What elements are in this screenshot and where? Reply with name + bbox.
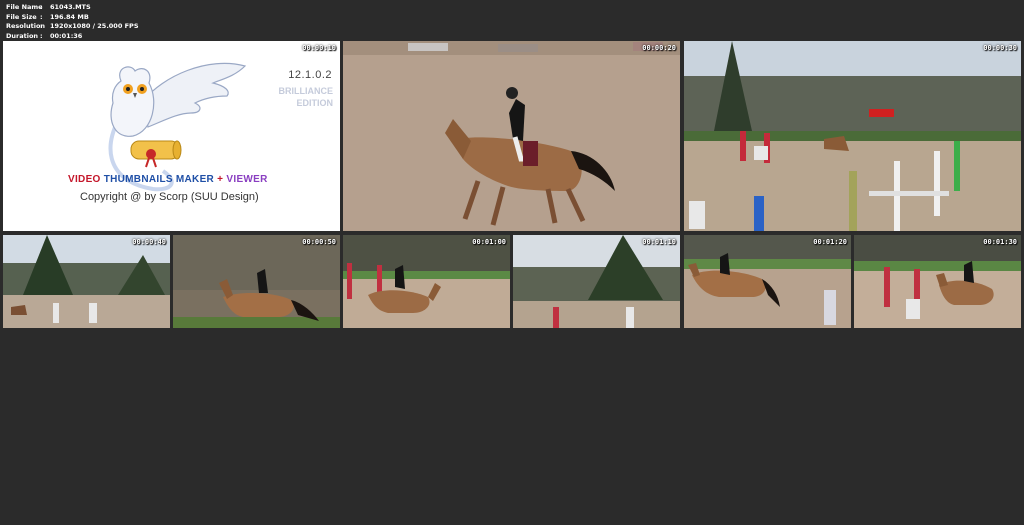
thumbnail-frame[interactable]: 00:01:00 [343, 235, 510, 328]
frame-image [173, 235, 340, 328]
frame-image [3, 235, 170, 328]
file-name-label: File Name [6, 3, 43, 11]
thumbnail-frame[interactable]: 00:01:20 [684, 235, 851, 328]
frame-image [854, 235, 1021, 328]
separator: : [40, 3, 43, 11]
thumbnail-timestamp: 00:00:50 [302, 238, 336, 246]
edition-line-1: BRILLIANCE [278, 86, 334, 96]
duration-label: Duration [6, 31, 39, 40]
resolution-value: 1920x1080 / 25.000 FPS [50, 22, 139, 30]
product-name-part-2: THUMBNAILS MAKER [103, 174, 215, 185]
edition-line-2: EDITION [296, 98, 333, 108]
separator: : [40, 22, 43, 30]
version-label: 12.1.0.2 [288, 69, 332, 81]
file-size-row: File Size:196.84 MB [6, 13, 139, 23]
product-name-part-4: VIEWER [226, 174, 268, 185]
file-info-panel: File Name:61043.MTS File Size:196.84 MB … [6, 3, 139, 41]
thumbnail-timestamp: 00:00:40 [132, 238, 166, 246]
resolution-label: Resolution [6, 22, 46, 30]
separator: : [40, 12, 43, 21]
thumbnail-timestamp: 00:00:10 [302, 44, 336, 52]
file-size-value: 196.84 MB [50, 12, 89, 21]
duration-value: 00:01:36 [50, 31, 83, 40]
thumbnail-timestamp: 00:00:20 [642, 44, 676, 52]
file-size-label: File Size [6, 12, 37, 21]
frame-image [513, 235, 680, 328]
thumbnail-frame[interactable]: 00:00:30 [684, 41, 1021, 231]
thumbnail-timestamp: 00:01:00 [472, 238, 506, 246]
product-name: VIDEO THUMBNAILS MAKER + VIEWER [68, 174, 268, 185]
thumbnail-frame[interactable]: 00:01:30 [854, 235, 1021, 328]
thumbnail-frame[interactable]: 00:01:10 [513, 235, 680, 328]
thumbnail-timestamp: 00:00:30 [983, 44, 1017, 52]
product-name-part-1: VIDEO [68, 174, 101, 185]
file-name-value: 61043.MTS [50, 3, 91, 11]
thumbnail-timestamp: 00:01:30 [983, 238, 1017, 246]
copyright-label: Copyright @ by Scorp (SUU Design) [80, 191, 259, 203]
separator: : [40, 31, 43, 40]
thumbnail-logo[interactable]: 12.1.0.2 BRILLIANCE EDITION VIDEO THUMBNA… [3, 41, 340, 231]
thumbnail-timestamp: 00:01:20 [813, 238, 847, 246]
edition-label: BRILLIANCE EDITION [279, 85, 334, 109]
thumbnail-frame[interactable]: 00:00:40 [3, 235, 170, 328]
frame-image [343, 41, 680, 231]
resolution-row: Resolution:1920x1080 / 25.000 FPS [6, 22, 139, 32]
duration-row: Duration:00:01:36 [6, 32, 139, 42]
thumbnail-frame[interactable]: 00:00:50 [173, 235, 340, 328]
product-name-part-3: + [217, 174, 224, 185]
file-name-row: File Name:61043.MTS [6, 3, 139, 13]
frame-image [343, 235, 510, 328]
thumbnail-frame[interactable]: 00:00:20 [343, 41, 680, 231]
frame-image [684, 41, 1021, 231]
thumbnail-timestamp: 00:01:10 [642, 238, 676, 246]
frame-image [684, 235, 851, 328]
